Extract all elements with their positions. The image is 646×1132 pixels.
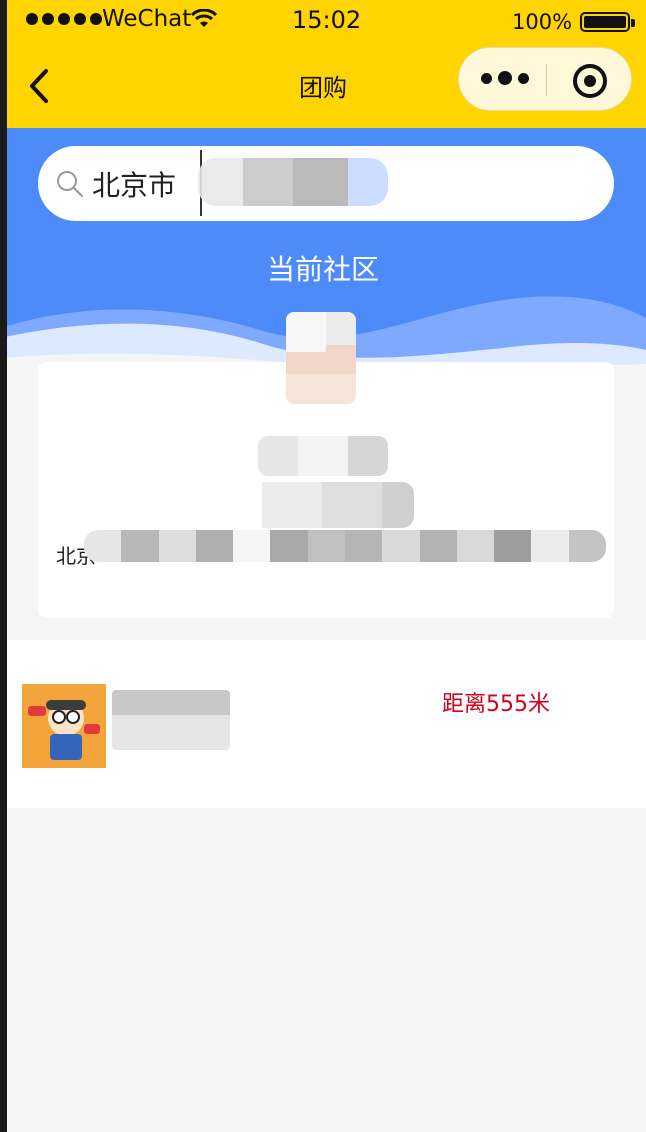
shop-thumbnail	[22, 684, 106, 768]
redacted-address	[198, 158, 388, 206]
redacted-community-name	[242, 482, 414, 528]
capsule-divider	[546, 64, 547, 96]
battery-percent: 100%	[512, 10, 573, 34]
wifi-icon	[191, 9, 217, 27]
more-menu-icon[interactable]	[481, 71, 529, 85]
device-edge	[0, 0, 7, 1132]
search-icon	[57, 171, 83, 197]
close-miniprogram-icon[interactable]	[573, 64, 607, 98]
redacted-shop-name	[112, 690, 230, 750]
carrier-name: WeChat	[102, 6, 192, 32]
status-bar: WeChat 15:02 100%	[0, 0, 646, 44]
battery-icon	[580, 12, 635, 32]
redacted-leader-info	[258, 436, 388, 476]
shop-distance: 距离555米	[442, 692, 550, 717]
signal-icon	[26, 13, 102, 25]
leader-avatar	[286, 312, 356, 404]
location-search-bar[interactable]: 北京市	[38, 146, 614, 221]
redacted-community-address	[84, 530, 606, 562]
miniprogram-capsule	[458, 47, 632, 111]
status-time: 15:02	[292, 6, 362, 34]
city-selector[interactable]: 北京市	[92, 164, 176, 204]
current-community-title: 当前社区	[266, 253, 379, 286]
app-screen: WeChat 15:02 100% 团购 北京市 当前社区 北京 距离555米	[0, 0, 646, 1132]
top-bar: WeChat 15:02 100% 团购	[0, 0, 646, 128]
